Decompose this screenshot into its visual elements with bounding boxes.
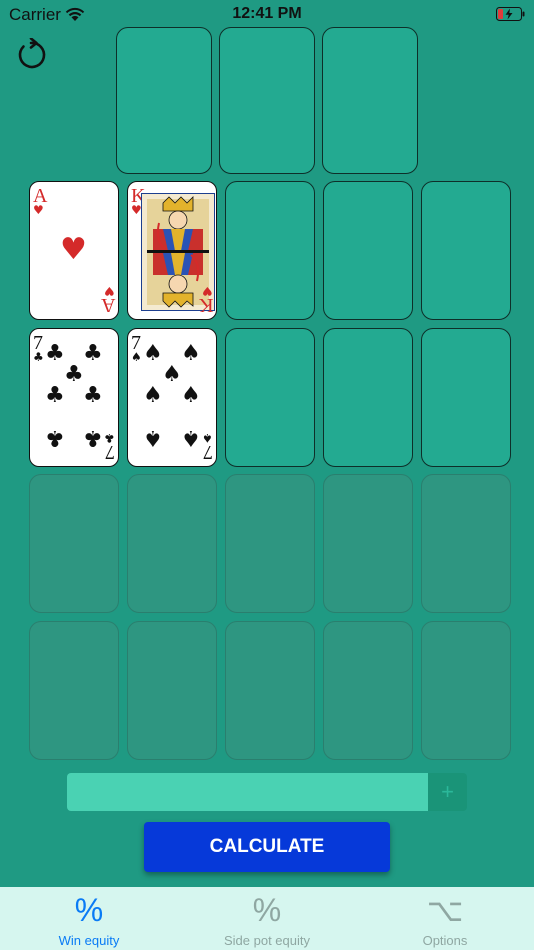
club-icon: ♣ [45, 341, 65, 366]
spade-icon: ♠ [143, 425, 163, 450]
status-bar: Carrier 12:41 PM [0, 0, 534, 28]
card-rank: 7 [105, 441, 115, 463]
club-icon: ♣ [33, 350, 44, 364]
tab-side-pot-equity[interactable]: % Side pot equity [178, 887, 356, 950]
club-icon: ♣ [45, 425, 65, 450]
heart-icon: ♥ [60, 232, 87, 267]
card-rank: K [198, 294, 213, 316]
player4-slot-1[interactable] [29, 621, 119, 760]
player4-slot-2[interactable] [127, 621, 217, 760]
player1-extra-slot-2[interactable] [323, 181, 413, 320]
spade-icon: ♠ [162, 362, 182, 387]
heart-icon: ♥ [202, 284, 213, 298]
player3-slot-5[interactable] [421, 474, 511, 613]
board-card-slot-1[interactable] [116, 27, 212, 174]
player2-extra-slot-3[interactable] [421, 328, 511, 467]
club-icon: ♣ [83, 383, 103, 408]
tab-options[interactable]: ⌥ Options [356, 887, 534, 950]
spade-icon: ♠ [181, 341, 201, 366]
battery-charging-icon [496, 7, 525, 21]
tab-win-equity[interactable]: % Win equity [0, 887, 178, 950]
board-card-slot-3[interactable] [322, 27, 418, 174]
club-icon: ♣ [83, 425, 103, 450]
player3-slot-2[interactable] [127, 474, 217, 613]
club-icon: ♣ [45, 383, 65, 408]
option-key-icon: ⌥ [426, 892, 464, 928]
club-icon: ♣ [64, 362, 84, 387]
player4-slot-5[interactable] [421, 621, 511, 760]
card-ace-of-hearts[interactable]: A ♥ ♥ A ♥ [29, 181, 119, 320]
card-rank: 7 [203, 441, 213, 463]
player3-slot-4[interactable] [323, 474, 413, 613]
player4-slot-3[interactable] [225, 621, 315, 760]
player3-slot-1[interactable] [29, 474, 119, 613]
player2-extra-slot-2[interactable] [323, 328, 413, 467]
heart-icon: ♥ [104, 284, 115, 298]
spade-icon: ♠ [143, 341, 163, 366]
spade-icon: ♠ [202, 431, 213, 445]
add-range-button[interactable]: + [428, 773, 467, 811]
player1-extra-slot-1[interactable] [225, 181, 315, 320]
tab-label: Win equity [58, 933, 120, 948]
tab-label: Side pot equity [223, 933, 310, 948]
club-icon: ♣ [83, 341, 103, 366]
card-seven-of-clubs[interactable]: 7 ♣ ♣ ♣ ♣ ♣ ♣ ♣ ♣ 7 ♣ [29, 328, 119, 467]
spade-icon: ♠ [143, 383, 163, 408]
card-rank: A [100, 294, 115, 316]
card-seven-of-spades[interactable]: 7 ♠ ♠ ♠ ♠ ♠ ♠ ♠ ♠ 7 ♠ [127, 328, 217, 467]
player3-slot-3[interactable] [225, 474, 315, 613]
percent-icon: % [74, 892, 104, 928]
percent-icon: % [252, 892, 282, 928]
card-king-of-hearts[interactable]: K ♥ K ♥ [127, 181, 217, 320]
club-icon: ♣ [104, 431, 115, 445]
reset-icon[interactable] [14, 38, 48, 72]
spade-icon: ♠ [181, 383, 201, 408]
spade-icon: ♠ [181, 425, 201, 450]
tab-label: Options [422, 933, 468, 948]
calculate-button[interactable]: CALCULATE [144, 822, 390, 872]
clock: 12:41 PM [232, 5, 302, 22]
spade-icon: ♠ [131, 350, 142, 364]
player1-extra-slot-3[interactable] [421, 181, 511, 320]
heart-icon: ♥ [33, 203, 44, 217]
range-input[interactable] [67, 773, 428, 811]
player4-slot-4[interactable] [323, 621, 413, 760]
player2-extra-slot-1[interactable] [225, 328, 315, 467]
tab-bar: % Win equity % Side pot equity ⌥ Options [0, 887, 534, 950]
board-card-slot-2[interactable] [219, 27, 315, 174]
